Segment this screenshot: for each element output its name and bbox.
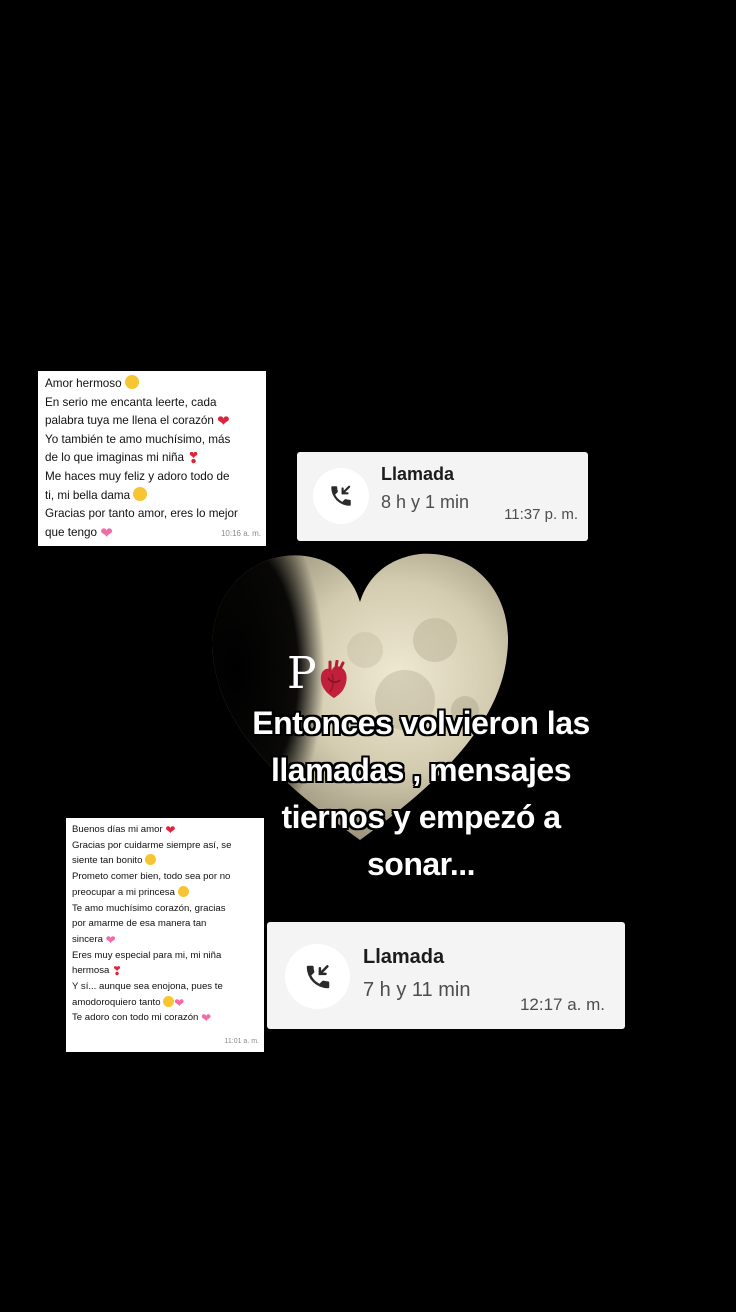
message-line: Prometo comer bien, todo sea por no — [72, 871, 231, 883]
red-heart-icon: ❤ — [217, 413, 230, 431]
caption-line: llamadas , mensajes — [270, 752, 572, 788]
pink-heart-icon: ❤ — [105, 932, 116, 947]
message-timestamp: 10:16 a. m. — [220, 529, 261, 539]
message-line: amodoroquiero tanto ❤ — [72, 995, 185, 1010]
call-icon-circle — [285, 944, 350, 1009]
message-line: Gracias por tanto amor, eres lo mejor — [45, 507, 238, 521]
message-line: Y sí... aunque sea enojona, pues te — [72, 981, 223, 993]
pleading-face-icon — [145, 854, 157, 866]
anatomical-heart-icon — [320, 660, 347, 698]
smiling-face-with-hearts-icon — [177, 885, 189, 897]
caption-line: Entonces volvieron las — [252, 705, 590, 741]
message-line: Te amo muchísimo corazón, gracias — [72, 902, 226, 914]
caption-line: tiernos y empezó a — [281, 799, 561, 835]
call-icon-circle — [313, 468, 369, 524]
message-line: Gracias por cuidarme siempre así, se — [72, 839, 232, 851]
message-line: Buenos días mi amor ❤ — [72, 823, 176, 837]
two-hearts-icon: ❤ — [201, 1011, 212, 1026]
message-line: hermosa ❣ — [72, 964, 123, 979]
heart-exclamation-icon: ❣ — [187, 450, 200, 468]
monogram-letter: P — [287, 648, 317, 699]
message-line: ti, mi bella dama — [45, 486, 260, 506]
message-line: sincera ❤ — [72, 932, 116, 947]
message-line: Eres muy especial para mi, mi niña — [72, 949, 222, 961]
incoming-call-icon — [331, 485, 351, 506]
incoming-call-icon — [306, 964, 329, 988]
call-timestamp: 12:17 a. m. — [519, 995, 605, 1014]
heart-exclamation-icon: ❣ — [112, 964, 123, 979]
message-line: En serio me encanta leerte, cada — [45, 395, 217, 409]
caption-line: sonar... — [366, 846, 476, 882]
call-timestamp: 11:37 p. m. — [504, 506, 578, 523]
message-line: Amor hermoso — [45, 375, 260, 394]
chat-bubble-1: Amor hermoso En serio me encanta leerte,… — [38, 371, 266, 546]
message-timestamp: 11:01 a. m. — [224, 1038, 259, 1046]
sparkling-heart-icon: ❤ — [174, 995, 185, 1010]
call-duration: 8 h y 1 min — [381, 492, 470, 512]
message-line: palabra tuya me llena el corazón ❤ — [45, 413, 230, 431]
red-heart-icon: ❤ — [165, 823, 176, 837]
heart-eyes-face-icon — [133, 486, 148, 501]
message-line: preocupar a mi princesa — [72, 885, 259, 901]
call-title: Llamada — [363, 946, 445, 968]
call-duration: 7 h y 11 min — [363, 979, 471, 1001]
message-line: Yo también te amo muchísimo, más — [45, 432, 231, 446]
call-log-card-2[interactable]: Llamada 7 h y 11 min 12:17 a. m. — [267, 922, 625, 1029]
sparkling-heart-icon: ❤ — [100, 524, 113, 542]
smiling-face-with-hearts-icon — [124, 375, 139, 389]
chat-bubble-2: Buenos días mi amor ❤ Gracias por cuidar… — [66, 818, 264, 1052]
message-line: de lo que imaginas mi niña ❣ — [45, 450, 200, 468]
message-line: por amarme de esa manera tan — [72, 918, 207, 930]
message-line: Te adoro con todo mi corazón ❤ — [72, 1011, 212, 1026]
call-log-card-1[interactable]: Llamada 8 h y 1 min 11:37 p. m. — [297, 452, 588, 541]
message-line: siente tan bonito — [72, 853, 259, 869]
relieved-face-icon — [163, 995, 175, 1007]
call-title: Llamada — [381, 464, 455, 484]
overlay-caption: Entonces volvieron las llamadas , mensaj… — [226, 700, 616, 888]
message-line: Me haces muy feliz y adoro todo de — [45, 469, 230, 483]
